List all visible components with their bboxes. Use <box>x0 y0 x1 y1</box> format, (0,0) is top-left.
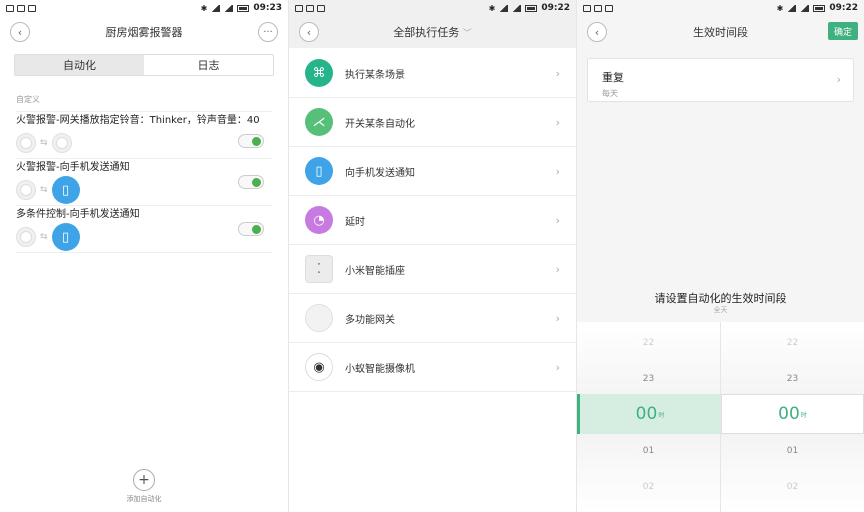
end-hour-wheel[interactable]: 22 23 00 时 01 02 <box>721 322 864 512</box>
automation-title: 火警报警-向手机发送通知 <box>16 162 130 173</box>
task-label: 开关某条自动化 <box>345 118 415 130</box>
phone-icon: ▯ <box>305 157 333 185</box>
chevron-right-icon: › <box>555 115 560 129</box>
phone-notify-icon: ▯ <box>51 223 80 251</box>
status-time: 09:22 <box>541 3 570 13</box>
automation-title: 火警报警-网关播放指定铃音：Thinker，铃声音量：40 <box>16 115 260 126</box>
automation-item[interactable]: 火警报警-向手机发送通知 ⇆ ▯ <box>16 158 272 204</box>
picker-subtitle: 全天 <box>713 306 728 314</box>
repeat-label: 重复 <box>602 71 624 84</box>
picker-option[interactable]: 02 <box>577 482 720 492</box>
task-label: 小蚁智能摄像机 <box>345 363 415 375</box>
status-bar: ✱ 09:22 <box>577 0 864 16</box>
more-icon[interactable]: ··· <box>258 22 278 42</box>
chevron-right-icon: › <box>555 311 560 325</box>
add-automation-button[interactable]: + 添加自动化 <box>0 469 288 504</box>
automation-title: 多条件控制-向手机发送通知 <box>16 209 140 220</box>
smoke-detector-icon <box>16 133 36 153</box>
smoke-detector-icon <box>16 180 36 200</box>
status-time: 09:22 <box>829 3 858 13</box>
task-item-camera[interactable]: ◉ 小蚁智能摄像机 › <box>289 343 576 392</box>
add-automation-label: 添加自动化 <box>126 495 162 503</box>
confirm-button[interactable]: 确定 <box>828 22 858 40</box>
chevron-right-icon: › <box>836 73 841 86</box>
picker-option[interactable]: 23 <box>577 374 720 384</box>
task-item-scene[interactable]: ⌘ 执行某条场景 › <box>289 49 576 98</box>
picker-selected[interactable]: 00 时 <box>721 394 864 434</box>
automation-item[interactable]: 多条件控制-向手机发送通知 ⇆ ▯ <box>16 205 272 253</box>
page-title-text: 全部执行任务 <box>393 26 460 39</box>
task-label: 延时 <box>345 216 365 228</box>
back-icon[interactable]: ‹ <box>10 22 30 42</box>
gateway-icon <box>51 133 72 153</box>
time-picker[interactable]: 22 23 00 时 01 02 22 23 00 时 01 02 <box>577 322 864 512</box>
header: ‹ 厨房烟雾报警器 ··· <box>0 16 288 48</box>
status-bar: ✱ 09:23 <box>0 0 288 16</box>
task-item-automation[interactable]: ⋌ 开关某条自动化 › <box>289 98 576 147</box>
automation-toggle[interactable] <box>238 134 264 148</box>
page-title[interactable]: 全部执行任务 ﹀ <box>289 24 576 40</box>
chevron-right-icon: › <box>555 360 560 374</box>
task-label: 小米智能插座 <box>345 265 405 277</box>
section-label: 自定义 <box>16 95 40 104</box>
status-time: 09:23 <box>253 3 282 13</box>
selected-hour: 00 <box>635 404 658 424</box>
picker-option[interactable]: 01 <box>577 446 720 456</box>
hour-unit: 时 <box>800 411 807 419</box>
gateway-icon <box>305 304 333 332</box>
link-icon: ⇆ <box>40 138 48 148</box>
picker-option[interactable]: 23 <box>721 374 864 384</box>
task-item-plug[interactable]: ⁚ 小米智能插座 › <box>289 245 576 294</box>
picker-title: 请设置自动化的生效时间段 <box>654 292 787 305</box>
page-title: 生效时间段 <box>693 26 748 39</box>
page-title: 厨房烟雾报警器 <box>105 26 183 39</box>
selected-hour: 00 <box>778 404 800 424</box>
task-list-screen: ✱ 09:22 ‹ 全部执行任务 ﹀ ⌘ 执行某条场景 › ⋌ 开关某条自动化 ›… <box>288 0 576 512</box>
task-list: ⌘ 执行某条场景 › ⋌ 开关某条自动化 › ▯ 向手机发送通知 › ◔ 延时 … <box>289 49 576 392</box>
task-label: 向手机发送通知 <box>345 167 415 179</box>
chevron-right-icon: › <box>555 164 560 178</box>
header: ‹ 全部执行任务 ﹀ <box>289 16 576 48</box>
repeat-row[interactable]: 重复 每天 › <box>587 58 854 102</box>
tab-log[interactable]: 日志 <box>144 55 273 75</box>
tab-bar: 自动化 日志 <box>14 54 274 76</box>
chevron-down-icon: ﹀ <box>462 29 472 39</box>
picker-option[interactable]: 02 <box>721 482 864 492</box>
picker-option[interactable]: 22 <box>577 338 720 348</box>
task-item-delay[interactable]: ◔ 延时 › <box>289 196 576 245</box>
chevron-right-icon: › <box>555 262 560 276</box>
plus-icon: + <box>133 469 155 491</box>
chevron-right-icon: › <box>555 66 560 80</box>
task-item-phone[interactable]: ▯ 向手机发送通知 › <box>289 147 576 196</box>
back-icon[interactable]: ‹ <box>299 22 319 42</box>
automation-icon: ⋌ <box>305 108 333 136</box>
smoke-detector-icon <box>16 227 36 247</box>
hour-unit: 时 <box>658 411 665 419</box>
task-label: 执行某条场景 <box>345 69 405 81</box>
link-icon: ⇆ <box>40 185 48 195</box>
picker-option[interactable]: 01 <box>721 446 864 456</box>
picker-selected[interactable]: 00 时 <box>577 394 720 434</box>
automation-item[interactable]: 火警报警-网关播放指定铃音：Thinker，铃声音量：40 ⇆ <box>16 111 272 155</box>
clock-icon: ◔ <box>305 206 333 234</box>
time-range-screen: ✱ 09:22 ‹ 生效时间段 确定 重复 每天 › 请设置自动化的生效时间段 全… <box>576 0 864 512</box>
scene-icon: ⌘ <box>305 59 333 87</box>
chevron-right-icon: › <box>555 213 560 227</box>
repeat-value: 每天 <box>602 89 618 98</box>
header: ‹ 生效时间段 确定 <box>577 16 864 48</box>
start-hour-wheel[interactable]: 22 23 00 时 01 02 <box>577 322 721 512</box>
tab-automation[interactable]: 自动化 <box>15 55 144 75</box>
status-bar: ✱ 09:22 <box>289 0 576 16</box>
task-item-gateway[interactable]: 多功能网关 › <box>289 294 576 343</box>
automation-toggle[interactable] <box>238 222 264 236</box>
back-icon[interactable]: ‹ <box>587 22 607 42</box>
camera-icon: ◉ <box>305 353 333 381</box>
picker-option[interactable]: 22 <box>721 338 864 348</box>
automation-toggle[interactable] <box>238 175 264 189</box>
task-label: 多功能网关 <box>345 314 395 326</box>
automation-list-screen: ✱ 09:23 ‹ 厨房烟雾报警器 ··· 自动化 日志 自定义 火警报警-网关播… <box>0 0 288 512</box>
phone-notify-icon: ▯ <box>51 176 80 204</box>
plug-icon: ⁚ <box>305 255 333 283</box>
link-icon: ⇆ <box>40 232 48 242</box>
